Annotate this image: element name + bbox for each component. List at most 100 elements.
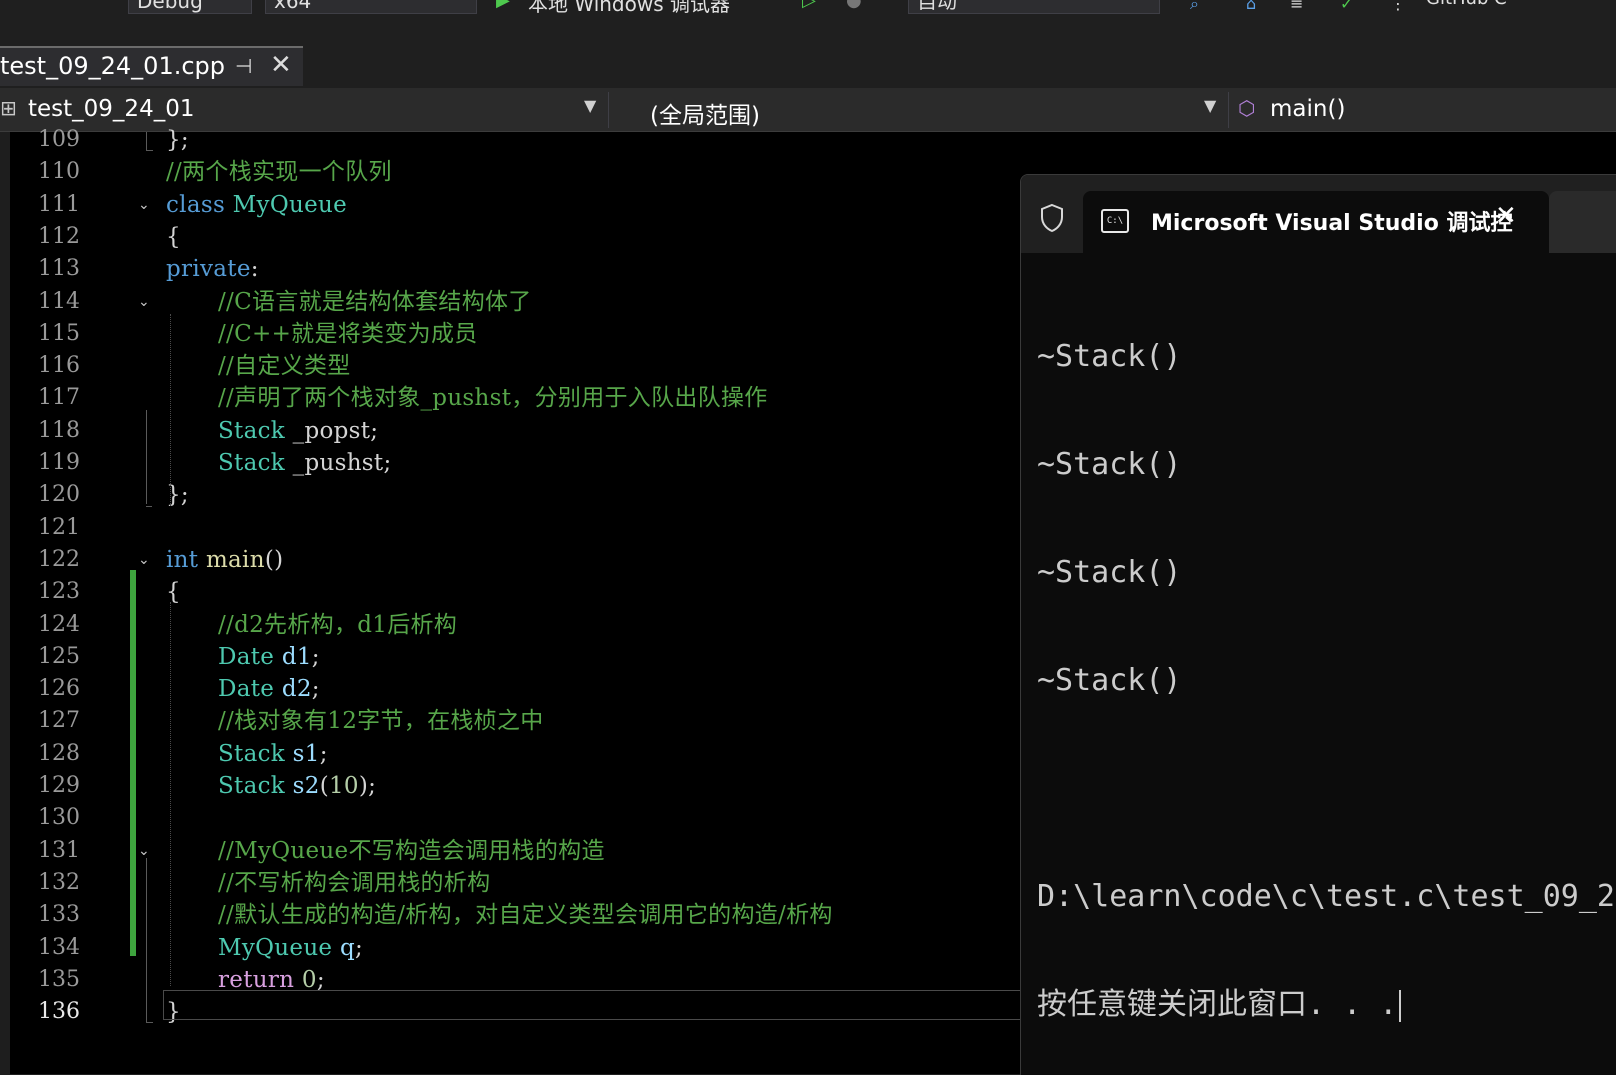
code-token: }; — [166, 127, 189, 153]
home-icon[interactable]: ⌂ — [1246, 0, 1256, 13]
code-token: int — [166, 546, 206, 573]
code-token: ; — [355, 934, 364, 961]
project-icon: ⊞ — [0, 96, 17, 120]
code-line[interactable]: 118 Stack _popst; — [0, 415, 1060, 447]
code-line[interactable]: 131 ⌄//MyQueue不写构造会调用栈的构造 — [0, 835, 1060, 867]
new-tab-area[interactable] — [1549, 191, 1616, 253]
console-title: Microsoft Visual Studio 调试控 — [1151, 211, 1513, 236]
console-line: ~Stack() — [1037, 555, 1182, 590]
code-line[interactable]: 124 //d2先析构，d1后析构 — [0, 609, 1060, 641]
line-number: 116 — [38, 353, 80, 379]
run-debugger-button[interactable]: 本地 Windows 调试器 — [528, 0, 730, 17]
github-copilot-button[interactable]: GitHub C — [1426, 0, 1507, 9]
code-line[interactable]: 123 { — [0, 576, 1060, 608]
terminal-icon: C:\ — [1101, 209, 1129, 233]
code-line[interactable]: 109}; — [0, 124, 1060, 156]
line-number: 128 — [38, 740, 80, 766]
code-line[interactable]: 133 //默认生成的构造/析构，对自定义类型会调用它的构造/析构 — [0, 899, 1060, 931]
code-token: Date — [218, 676, 282, 703]
project-dropdown[interactable]: test_09_24_01 — [28, 96, 194, 122]
chevron-down-icon[interactable]: ▼ — [584, 96, 596, 115]
code-line[interactable]: 112 { — [0, 221, 1060, 253]
code-token: Stack — [218, 740, 293, 767]
pin-icon[interactable]: ⊣ — [235, 54, 252, 78]
fold-chevron-icon[interactable]: ⌄ — [138, 189, 150, 221]
tab-test-09-24-01-cpp[interactable]: test_09_24_01.cpp ⊣ ✕ — [0, 46, 303, 86]
code-token: //自定义类型 — [218, 353, 351, 380]
code-line[interactable]: 127 //栈对象有12字节，在栈桢之中 — [0, 705, 1060, 737]
line-number: 122 — [38, 546, 80, 572]
platform-dropdown[interactable]: x64 — [265, 0, 477, 14]
line-number: 118 — [38, 417, 80, 443]
find-icon[interactable]: ⌕ — [1190, 0, 1199, 14]
code-token: private — [166, 256, 251, 283]
fold-chevron-icon[interactable]: ⌄ — [138, 544, 150, 576]
code-line[interactable]: 110 //两个栈实现一个队列 — [0, 156, 1060, 188]
code-line[interactable]: 122 ⌄ int main() — [0, 544, 1060, 576]
record-icon[interactable]: ● — [846, 0, 862, 11]
line-number: 111 — [38, 191, 80, 217]
code-token: _pushst; — [292, 450, 392, 476]
current-line-highlight — [163, 990, 1064, 1020]
code-token: //两个栈实现一个队列 — [166, 159, 392, 186]
code-line[interactable]: 134 MyQueue q; — [0, 932, 1060, 964]
code-line[interactable]: 132 //不写析构会调用栈的析构 — [0, 867, 1060, 899]
code-text: //栈对象有12字节，在栈桢之中 — [218, 705, 544, 737]
close-icon[interactable]: ✕ — [270, 50, 292, 80]
code-text: //不写析构会调用栈的析构 — [218, 867, 490, 899]
line-number: 112 — [38, 223, 80, 249]
line-number: 131 — [38, 837, 80, 863]
code-token: ; — [311, 643, 320, 670]
code-text: Date d1; — [218, 641, 320, 673]
line-number: 119 — [38, 450, 80, 475]
code-token: d1 — [281, 643, 312, 670]
code-line[interactable]: 116 //自定义类型 — [0, 350, 1060, 382]
code-token: q — [339, 934, 355, 961]
text-cursor — [1399, 989, 1402, 1022]
config-dropdown[interactable]: Debug — [128, 0, 252, 14]
code-line[interactable]: 126 Date d2; — [0, 673, 1060, 705]
code-token: ; — [316, 966, 325, 993]
code-line[interactable]: 120}; — [0, 479, 1060, 511]
code-line[interactable]: 125 Date d1; — [0, 641, 1060, 673]
code-line[interactable]: 114 ⌄ //C语言就是结构体套结构体了 — [0, 286, 1060, 318]
code-line[interactable]: 111 ⌄ class MyQueue — [0, 189, 1060, 221]
code-line[interactable]: 128 Stack s1; — [0, 738, 1060, 770]
code-token: ; — [311, 676, 320, 703]
code-line[interactable]: 129 Stack s2(10); — [0, 770, 1060, 802]
close-icon[interactable]: ✕ — [1495, 201, 1517, 231]
line-number: 115 — [38, 320, 80, 346]
console-prompt: 按任意键关闭此窗口. . . — [1037, 987, 1398, 1022]
code-line[interactable]: 117 //声明了两个栈对象_pushst，分别用于入队出队操作 — [0, 382, 1060, 414]
code-token: _popst; — [292, 417, 379, 444]
check-icon[interactable]: ✓ — [1340, 0, 1353, 13]
play-icon[interactable]: ▶ — [496, 0, 510, 11]
code-line[interactable]: 130 — [0, 802, 1060, 834]
code-token: ; — [319, 740, 328, 767]
code-token: Stack — [218, 417, 293, 444]
code-token: ); — [358, 773, 377, 799]
line-number: 124 — [38, 611, 80, 637]
overflow-icon[interactable]: ⋮ — [1390, 0, 1406, 13]
code-token: //d2先析构，d1后析构 — [218, 611, 458, 638]
member-dropdown[interactable]: main() — [1270, 96, 1345, 122]
console-line: 按任意键关闭此窗口. . . — [1037, 987, 1616, 1023]
code-text: MyQueue q; — [218, 932, 363, 964]
chevron-down-icon[interactable]: ▼ — [1204, 96, 1216, 115]
start-without-debug-icon[interactable]: ▷ — [802, 0, 816, 11]
change-indicator — [130, 570, 136, 956]
code-line[interactable]: 113 private: — [0, 253, 1060, 285]
code-token: { — [166, 223, 181, 250]
format-icon[interactable]: ≡ — [1290, 0, 1303, 13]
line-number: 109 — [38, 127, 80, 152]
code-text: //默认生成的构造/析构，对自定义类型会调用它的构造/析构 — [218, 899, 833, 931]
startup-dropdown[interactable]: 自动 — [908, 0, 1160, 14]
console-tab[interactable]: C:\ Microsoft Visual Studio 调试控 ✕ — [1083, 191, 1549, 253]
code-line[interactable]: 119 Stack _pushst; — [0, 447, 1060, 479]
code-line[interactable]: 115 //C++就是将类变为成员 — [0, 318, 1060, 350]
code-line[interactable]: 121 — [0, 512, 1060, 544]
fold-chevron-icon[interactable]: ⌄ — [138, 286, 150, 318]
code-text: { — [166, 221, 181, 253]
debug-console-window[interactable]: C:\ Microsoft Visual Studio 调试控 ✕ ~Stack… — [1020, 174, 1616, 1075]
nav-divider — [608, 92, 609, 128]
